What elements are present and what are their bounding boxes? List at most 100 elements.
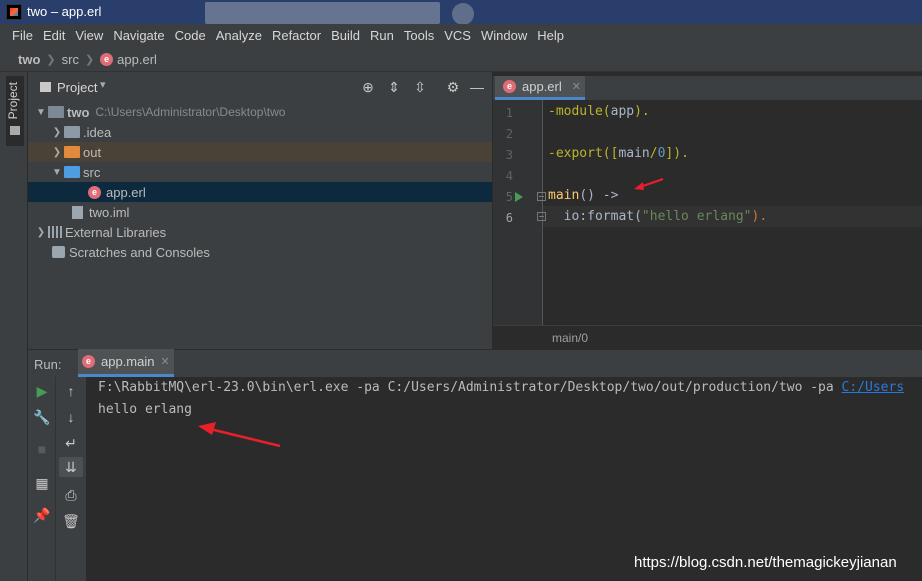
console-command-line: F:\RabbitMQ\erl-23.0\bin\erl.exe -pa C:/… xyxy=(98,380,904,395)
chevron-right-icon[interactable]: ❯ xyxy=(50,147,64,158)
tree-item-label: Scratches and Consoles xyxy=(69,244,210,260)
wrench-icon[interactable]: 🔧 xyxy=(32,407,52,427)
line-number: 1 xyxy=(505,106,513,120)
menu-view[interactable]: View xyxy=(70,28,108,43)
menu-code[interactable]: Code xyxy=(170,28,211,43)
tree-item-two[interactable]: ▼ two C:\Users\Administrator\Desktop\two xyxy=(28,102,492,122)
menu-refactor[interactable]: Refactor xyxy=(267,28,326,43)
tree-item-scratches[interactable]: Scratches and Consoles xyxy=(28,242,492,262)
menu-tools[interactable]: Tools xyxy=(399,28,439,43)
editor-breadcrumb-bar: main/0 xyxy=(493,325,922,349)
menu-navigate[interactable]: Navigate xyxy=(108,28,169,43)
tree-item-label: out xyxy=(83,144,102,160)
code-line-5: main() -> xyxy=(548,188,618,203)
dropdown-caret-icon[interactable]: ▾ xyxy=(100,78,106,91)
line-number: 2 xyxy=(505,127,513,141)
expand-all-icon[interactable]: ⇕ xyxy=(385,78,403,96)
title-bar: two – app.erl xyxy=(0,0,922,25)
project-stripe-label[interactable]: Project xyxy=(6,82,20,119)
tree-item-label: two.iml xyxy=(89,204,130,220)
collapse-all-icon[interactable]: ⇳ xyxy=(411,78,429,96)
project-path: C:\Users\Administrator\Desktop\two xyxy=(95,105,286,119)
window-title: two – app.erl xyxy=(27,4,102,19)
tree-item-label: .idea xyxy=(83,124,112,140)
chevron-right-icon: ❯ xyxy=(46,53,56,66)
tree-item-external-libraries[interactable]: ❯ External Libraries xyxy=(28,222,492,242)
locate-target-icon[interactable]: ⊕ xyxy=(359,78,377,96)
menu-help[interactable]: Help xyxy=(532,28,569,43)
tree-item-out[interactable]: ❯ out xyxy=(28,142,492,162)
chevron-right-icon: ❯ xyxy=(84,53,95,66)
annotation-arrow-icon xyxy=(634,178,664,190)
menu-analyze[interactable]: Analyze xyxy=(211,28,267,43)
hide-panel-icon[interactable]: — xyxy=(468,78,486,96)
run-toolbar-secondary: ↑ ↓ ↵ ⇊ ⎙ 🗑 xyxy=(56,377,86,581)
menu-edit[interactable]: Edit xyxy=(38,28,70,43)
rerun-icon[interactable]: ▶ xyxy=(32,381,52,401)
scroll-to-end-icon[interactable]: ⇊ xyxy=(59,457,83,477)
run-console[interactable] xyxy=(86,377,922,581)
project-panel-title[interactable]: Project xyxy=(57,80,97,95)
libraries-icon xyxy=(48,226,62,238)
tree-item-app-erl[interactable]: e app.erl xyxy=(28,182,492,202)
annotation-arrow-icon xyxy=(198,422,281,448)
fold-marker-icon[interactable] xyxy=(537,192,546,202)
close-icon[interactable]: ✕ xyxy=(572,80,581,93)
line-number: 4 xyxy=(505,169,513,183)
function-breadcrumb[interactable]: main/0 xyxy=(552,331,588,345)
code-token: () -> xyxy=(579,188,619,203)
folder-icon xyxy=(64,126,80,138)
scratches-icon xyxy=(52,246,65,258)
code-token: app xyxy=(610,104,635,119)
tree-item-label: src xyxy=(83,164,101,180)
breadcrumb-project[interactable]: two xyxy=(18,52,40,67)
chevron-down-icon[interactable]: ▼ xyxy=(34,107,48,118)
project-folder-icon xyxy=(48,106,64,118)
soft-wrap-icon[interactable]: ↵ xyxy=(61,433,81,453)
menu-bar: File Edit View Navigate Code Analyze Ref… xyxy=(0,24,922,47)
menu-build[interactable]: Build xyxy=(326,28,365,43)
background-window-tab xyxy=(205,2,440,24)
print-icon[interactable]: ⎙ xyxy=(61,485,81,505)
console-path-link[interactable]: C:/Users xyxy=(842,380,905,395)
breadcrumb-file[interactable]: app.erl xyxy=(117,52,157,67)
fold-end-marker-icon[interactable] xyxy=(537,212,546,222)
tree-item-label: app.erl xyxy=(106,184,146,200)
erlang-file-icon: e xyxy=(503,80,516,93)
tree-item-idea[interactable]: ❯ .idea xyxy=(28,122,492,142)
run-gutter-icon[interactable] xyxy=(514,192,524,202)
pin-icon[interactable]: 📌 xyxy=(32,505,52,525)
watermark-url: https://blog.csdn.net/themagickeyjianan xyxy=(634,554,897,571)
chevron-down-icon[interactable]: ▼ xyxy=(50,167,64,178)
breadcrumb-src[interactable]: src xyxy=(62,52,79,67)
code-token: main xyxy=(618,146,650,161)
navigation-bar: two ❯ src ❯ e app.erl xyxy=(0,47,922,72)
close-icon[interactable]: ✕ xyxy=(160,355,169,368)
run-tab-app-main[interactable]: e app.main ✕ xyxy=(78,349,174,377)
tree-item-label: two xyxy=(67,104,90,120)
line-number: 5 xyxy=(505,190,513,204)
arrow-down-icon[interactable]: ↓ xyxy=(61,407,81,427)
code-token: -export([ xyxy=(548,146,619,161)
menu-vcs[interactable]: VCS xyxy=(439,28,476,43)
menu-file[interactable]: File xyxy=(7,28,38,43)
code-line-6: io:format("hello erlang"). xyxy=(548,209,768,224)
tree-item-two-iml[interactable]: two.iml xyxy=(28,202,492,222)
menu-run[interactable]: Run xyxy=(365,28,399,43)
arrow-up-icon[interactable]: ↑ xyxy=(61,381,81,401)
run-toolbar-primary: ▶ 🔧 ■ ▦ 📌 xyxy=(28,377,56,581)
stop-icon[interactable]: ■ xyxy=(32,439,52,459)
code-token: io:format( xyxy=(548,209,642,224)
trash-icon[interactable]: 🗑 xyxy=(61,511,81,531)
tree-item-src[interactable]: ▼ src xyxy=(28,162,492,182)
chevron-right-icon[interactable]: ❯ xyxy=(50,127,64,138)
chevron-right-icon[interactable]: ❯ xyxy=(34,227,48,238)
console-output-line: hello erlang xyxy=(98,402,192,417)
menu-window[interactable]: Window xyxy=(476,28,532,43)
editor-tab-label: app.erl xyxy=(522,79,562,94)
gear-icon[interactable]: ⚙ xyxy=(444,78,462,96)
excluded-folder-icon xyxy=(64,146,80,158)
editor-tab-app-erl[interactable]: e app.erl ✕ xyxy=(495,76,585,100)
erlang-file-icon: e xyxy=(82,355,95,368)
layout-icon[interactable]: ▦ xyxy=(32,473,52,493)
